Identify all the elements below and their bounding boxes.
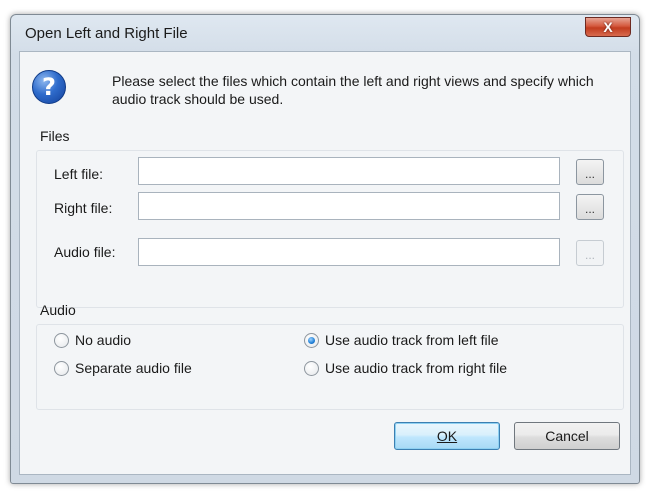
audio-group-label: Audio [40, 302, 76, 318]
close-icon: X [603, 19, 613, 35]
no-audio-radio[interactable]: No audio [54, 332, 131, 348]
audio-file-input[interactable] [138, 238, 560, 266]
radio-selected-icon [304, 332, 319, 348]
radio-label: Use audio track from right file [325, 360, 508, 376]
ok-button[interactable]: OK [394, 422, 500, 450]
dialog-window: Open Left and Right File X ? Please sele… [10, 14, 640, 484]
cancel-button[interactable]: Cancel [514, 422, 620, 450]
audio-file-label: Audio file: [54, 244, 116, 260]
title-bar[interactable]: Open Left and Right File X [11, 15, 639, 51]
radio-icon [54, 360, 69, 376]
window-title: Open Left and Right File [25, 25, 188, 42]
right-audio-track-radio[interactable]: Use audio track from right file [304, 360, 507, 376]
ok-label: OK [436, 428, 458, 444]
dialog-body: ? Please select the files which contain … [19, 51, 631, 475]
right-file-input[interactable] [138, 192, 560, 220]
right-file-browse-button[interactable]: ... [576, 194, 604, 220]
radio-icon [304, 360, 319, 376]
radio-icon [54, 332, 69, 348]
left-file-browse-button[interactable]: ... [576, 159, 604, 185]
cancel-label: Cancel [545, 428, 589, 444]
files-group-label: Files [40, 128, 70, 144]
radio-label: Separate audio file [75, 360, 192, 376]
left-file-input[interactable] [138, 157, 560, 185]
question-icon: ? [32, 70, 66, 104]
audio-file-browse-button[interactable]: ... [576, 240, 604, 266]
separate-audio-radio[interactable]: Separate audio file [54, 360, 192, 376]
close-button[interactable]: X [585, 17, 631, 37]
radio-label: No audio [75, 332, 132, 348]
radio-label: Use audio track from left file [325, 332, 499, 348]
right-file-label: Right file: [54, 200, 113, 216]
left-audio-track-radio[interactable]: Use audio track from left file [304, 332, 499, 348]
instruction-text: Please select the files which contain th… [112, 73, 594, 107]
left-file-label: Left file: [54, 166, 104, 182]
